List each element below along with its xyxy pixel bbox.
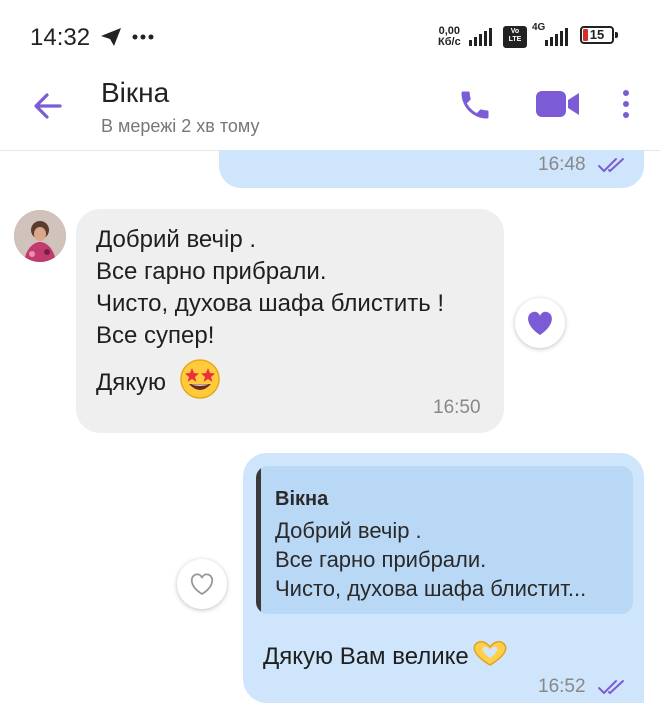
video-call-icon[interactable] <box>534 88 582 120</box>
reaction-button[interactable] <box>177 559 227 609</box>
message-time: 16:50 <box>433 397 481 418</box>
outgoing-message-bubble[interactable]: Вікна Добрий вечір . Все гарно прибрали.… <box>243 453 644 703</box>
chat-header: Вікна В мережі 2 хв тому <box>0 70 660 151</box>
read-ticks-icon <box>598 680 624 695</box>
quote-author: Вікна <box>275 488 329 510</box>
heart-hands-emoji <box>473 640 507 666</box>
net-speed: 0,00 Кб/с <box>438 26 461 48</box>
message-text-content: Дякую Вам велике <box>263 643 469 670</box>
message-line: Чисто, духова шафа блистить ! <box>96 290 445 317</box>
message-line-text: Дякую <box>96 369 167 396</box>
telegram-icon <box>101 28 121 46</box>
quote-line: Все гарно прибрали. <box>275 547 487 572</box>
status-bar: 14:32 0,00 Кб/с Vo LTE 4G 15 <box>0 0 660 70</box>
signal-icon <box>469 26 492 46</box>
network-type: 4G <box>532 22 546 33</box>
call-icon[interactable] <box>457 87 493 123</box>
star-struck-emoji <box>179 359 220 399</box>
incoming-message-bubble[interactable]: Добрий вечір . Все гарно прибрали. Чисто… <box>76 209 504 433</box>
back-arrow-icon[interactable] <box>30 88 66 124</box>
net-speed-unit: Кб/с <box>438 36 461 48</box>
quoted-message[interactable]: Вікна Добрий вечір . Все гарно прибрали.… <box>256 466 633 614</box>
message-time: 16:48 <box>538 154 586 175</box>
contact-avatar[interactable] <box>14 210 66 262</box>
battery-icon: 15 <box>580 26 618 44</box>
message-line: Все супер! <box>96 322 215 349</box>
read-ticks-icon <box>598 158 624 173</box>
battery-level: 15 <box>589 27 605 42</box>
signal-icon-2 <box>545 26 568 46</box>
more-notifications-icon <box>132 34 154 40</box>
heart-outline-icon <box>190 573 214 596</box>
contact-status: В мережі 2 хв тому <box>101 116 260 136</box>
message-text: Дякую Вам велике <box>263 638 511 671</box>
heart-filled-icon <box>528 311 552 335</box>
contact-name[interactable]: Вікна <box>101 77 169 109</box>
reaction-button[interactable] <box>515 298 565 348</box>
quote-line: Добрий вечір . <box>275 518 422 543</box>
quote-bar <box>256 466 261 614</box>
status-time: 14:32 <box>30 24 91 51</box>
outgoing-message-bubble[interactable]: 16:48 <box>219 150 644 188</box>
quote-line: Чисто, духова шафа блистит... <box>275 576 587 601</box>
message-line: Добрий вечір . <box>96 226 256 253</box>
more-options-icon[interactable] <box>620 88 632 120</box>
message-line: Все гарно прибрали. <box>96 258 327 285</box>
message-time: 16:52 <box>538 676 586 697</box>
volte-badge: Vo LTE <box>503 26 527 48</box>
message-line: Дякую <box>96 358 221 400</box>
